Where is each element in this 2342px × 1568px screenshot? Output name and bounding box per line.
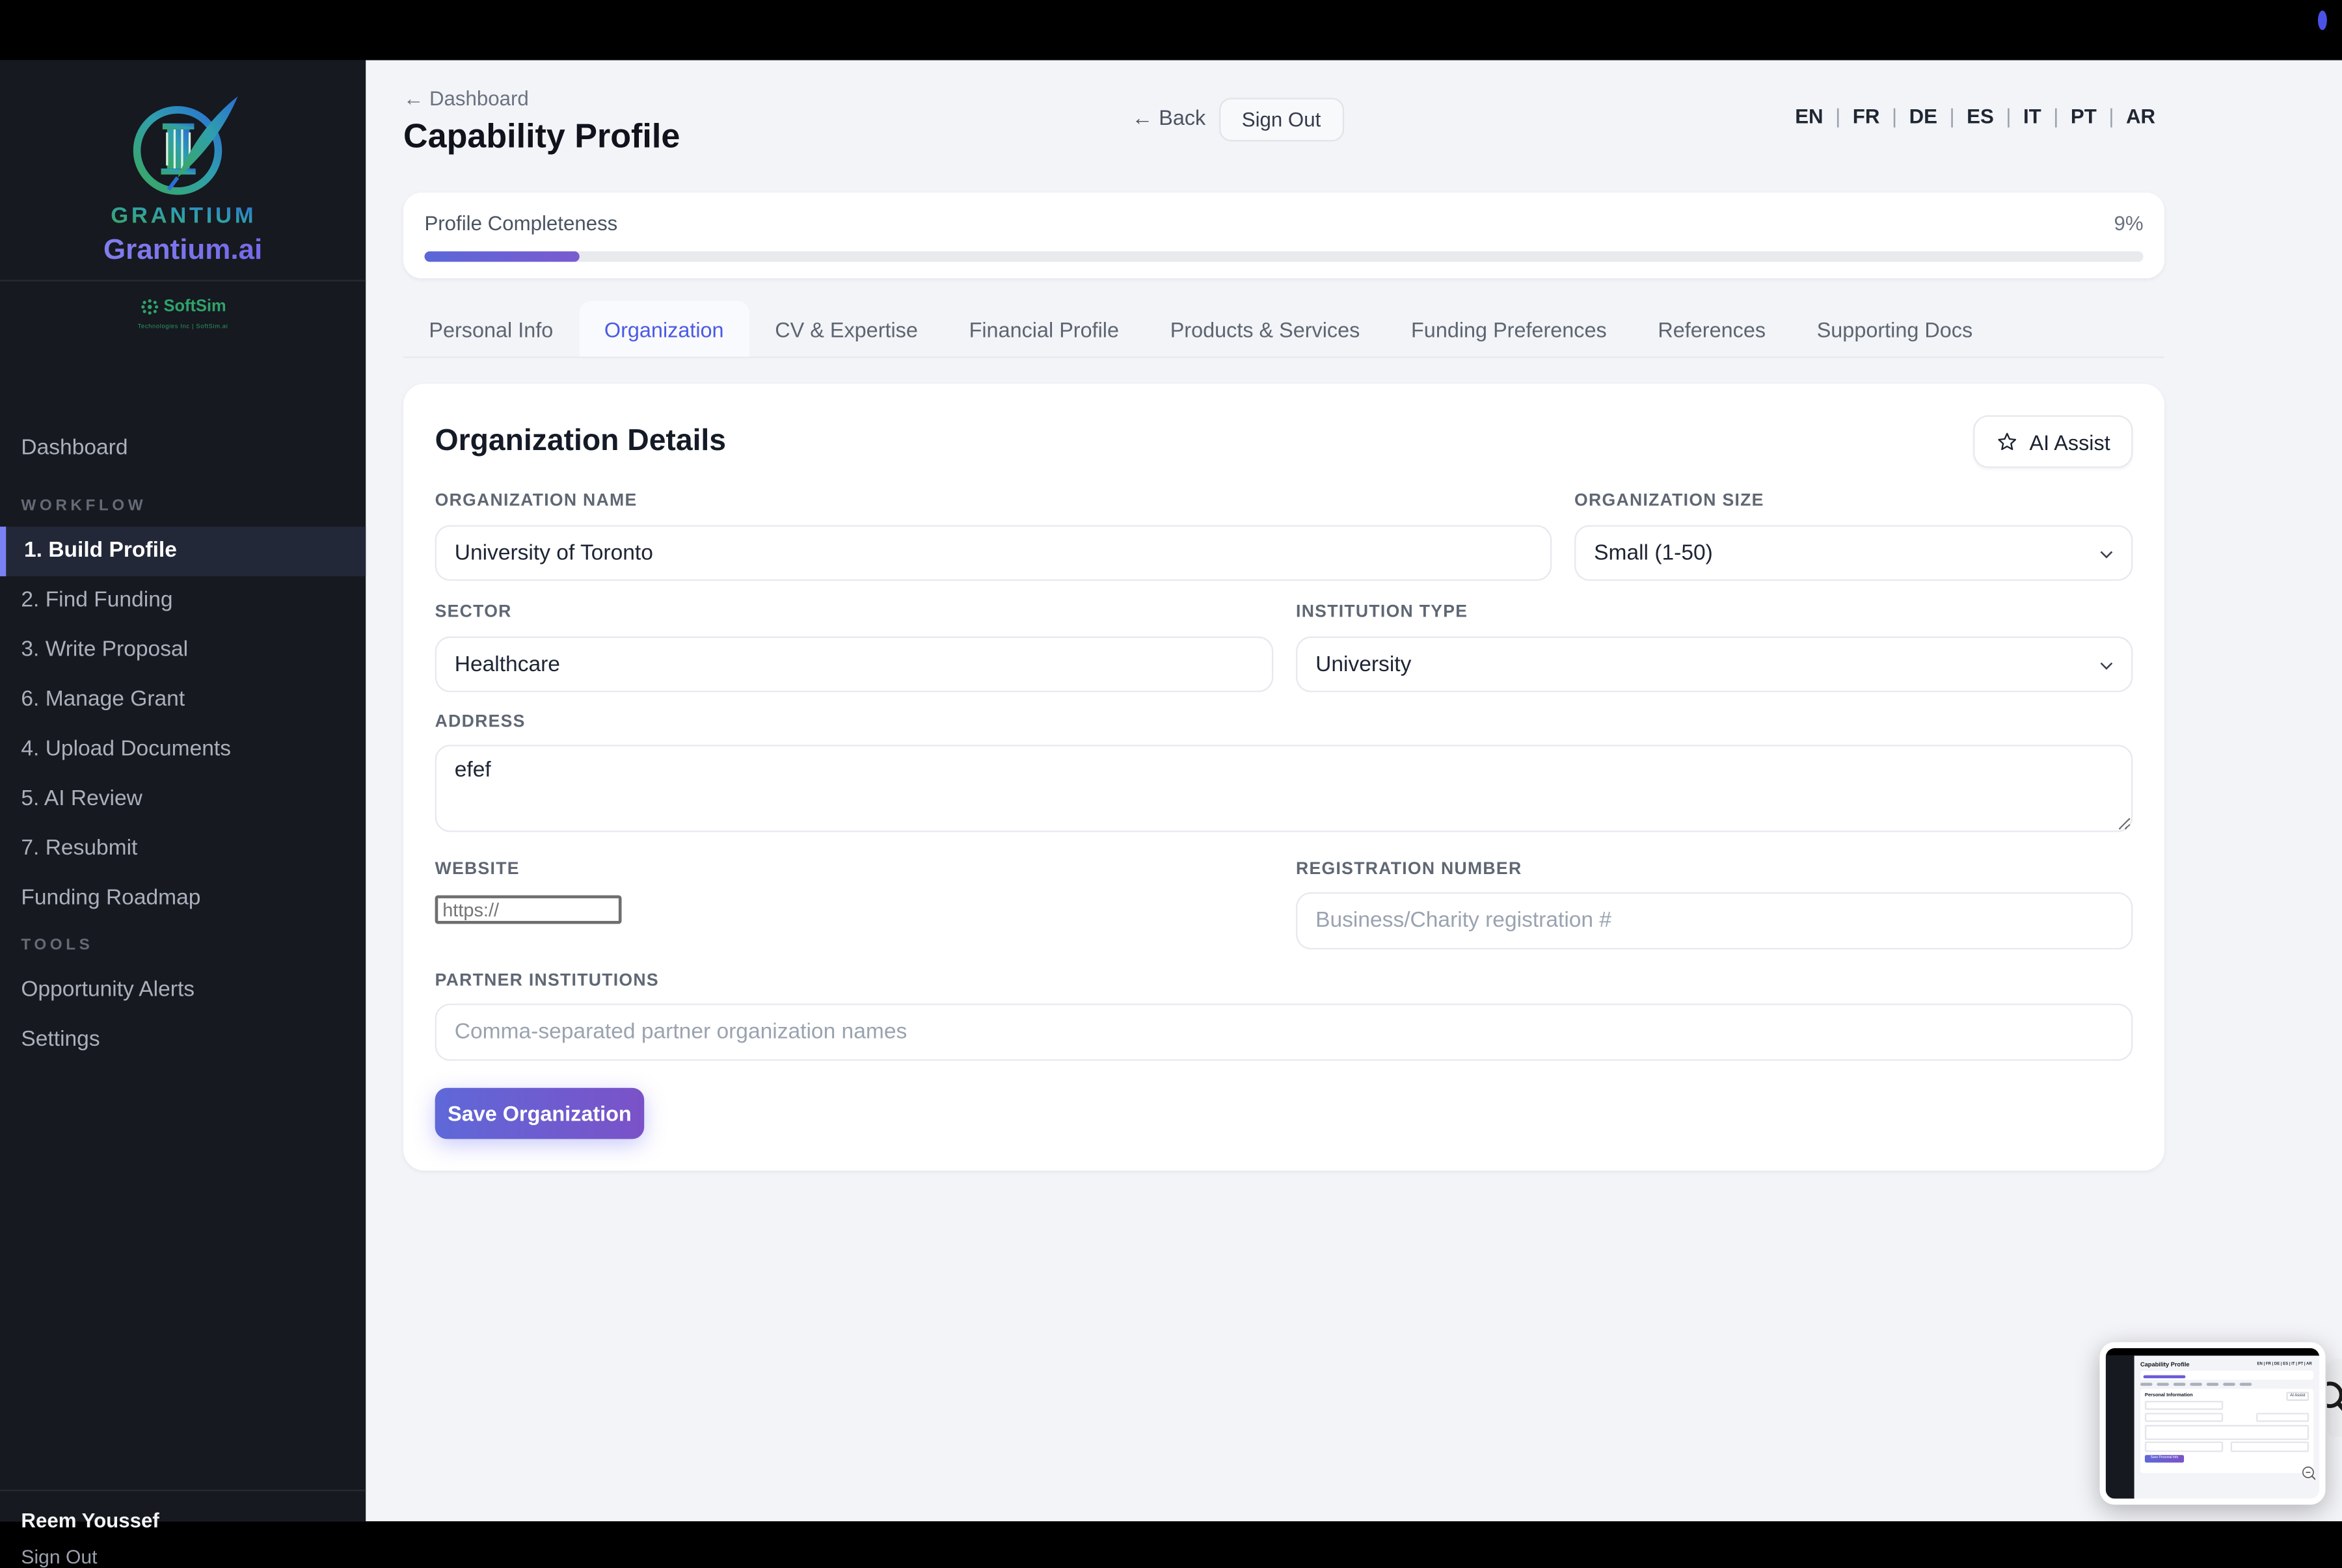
org-size-label: ORGANIZATION SIZE [1574, 492, 1764, 511]
lang-pt[interactable]: PT [2071, 105, 2126, 128]
registration-number-label: REGISTRATION NUMBER [1296, 860, 1522, 879]
sidebar-item-write-proposal[interactable]: 3. Write Proposal [0, 626, 366, 675]
lang-ar[interactable]: AR [2126, 105, 2155, 128]
sidebar: GRANTIUM Grantium.ai SoftSim Technologie… [0, 60, 366, 1568]
sidebar-item-ai-review[interactable]: 5. AI Review [0, 775, 366, 825]
sidebar-item-funding-roadmap[interactable]: Funding Roadmap [0, 874, 366, 924]
tab-funding-preferences[interactable]: Funding Preferences [1386, 301, 1632, 357]
back-button[interactable]: ← Back [1132, 105, 1205, 129]
grantium-logo-icon: GRANTIUM [110, 96, 256, 228]
lang-de[interactable]: DE [1909, 105, 1967, 128]
sidebar-item-manage-grant[interactable]: 6. Manage Grant [0, 676, 366, 725]
sidebar-heading-tools: TOOLS [21, 936, 94, 954]
sidebar-item-dashboard[interactable]: Dashboard [0, 426, 366, 471]
org-size-select[interactable]: Small (1-50) [1574, 525, 2133, 581]
magnifier-icon [2326, 1381, 2342, 1411]
sector-input[interactable] [435, 636, 1274, 693]
softsim-dots-icon [141, 299, 158, 315]
sidebar-item-upload-documents[interactable]: 4. Upload Documents [0, 725, 366, 775]
grantium-logo: GRANTIUM [0, 87, 366, 242]
sidebar-heading-workflow: WORKFLOW [21, 496, 147, 515]
brand-name: Grantium.ai [0, 235, 366, 268]
tab-references[interactable]: References [1632, 301, 1791, 357]
progress-label: Profile Completeness [424, 212, 618, 235]
ai-assist-button[interactable]: AI Assist [1973, 415, 2133, 468]
browser-top-bar [0, 0, 2342, 60]
address-textarea[interactable]: efef [435, 745, 2133, 832]
profile-tabs: Personal Info Organization CV & Expertis… [403, 300, 2164, 358]
progress-value: 9% [2114, 212, 2144, 235]
address-label: ADDRESS [435, 713, 526, 732]
registration-number-input[interactable] [1296, 892, 2133, 950]
partner-institutions-input[interactable] [435, 1003, 2133, 1061]
org-name-label: ORGANIZATION NAME [435, 492, 638, 511]
tab-organization[interactable]: Organization [578, 300, 749, 357]
chevron-down-icon [2100, 662, 2113, 670]
breadcrumb-dashboard-link[interactable]: ← Dashboard [403, 87, 529, 110]
website-input[interactable] [435, 895, 622, 924]
magnifier-panel [2326, 1359, 2342, 1437]
screen-preview-thumbnail[interactable]: Capability Profile EN | FR | DE | ES | I… [2099, 1342, 2326, 1505]
lang-it[interactable]: IT [2023, 105, 2071, 128]
sidebar-item-build-profile[interactable]: 1. Build Profile [0, 526, 366, 577]
tab-financial-profile[interactable]: Financial Profile [943, 301, 1144, 357]
page-title: Capability Profile [403, 117, 680, 155]
back-arrow-icon: ← [1131, 105, 1153, 129]
thumbnail-progress [2140, 1370, 2314, 1380]
progress-track [424, 251, 2144, 262]
partner-institutions-label: PARTNER INSTITUTIONS [435, 972, 659, 990]
sector-label: SECTOR [435, 603, 512, 622]
lang-fr[interactable]: FR [1853, 105, 1909, 128]
softsim-subtext: Technologies Inc | SoftSim.ai [137, 322, 228, 330]
institution-type-select[interactable]: University [1296, 636, 2133, 693]
save-organization-button[interactable]: Save Organization [435, 1087, 645, 1139]
thumbnail-topbar [2105, 1348, 2320, 1356]
thumbnail-section-title: Personal Information [2144, 1392, 2193, 1398]
softsim-name: SoftSim [163, 297, 226, 316]
sidebar-signout-link[interactable]: Sign Out [21, 1545, 366, 1568]
lang-es[interactable]: ES [1967, 105, 2023, 128]
tab-supporting-docs[interactable]: Supporting Docs [1791, 301, 1998, 357]
sidebar-item-find-funding[interactable]: 2. Find Funding [0, 576, 366, 626]
org-name-input[interactable] [435, 525, 1552, 581]
star-icon [1999, 432, 2017, 451]
language-switcher: ENFRDEESITPTAR [1795, 105, 2155, 128]
svg-text:GRANTIUM: GRANTIUM [110, 203, 256, 228]
thumbnail-languages: EN | FR | DE | ES | IT | PT | AR [2257, 1361, 2312, 1366]
app-window: GRANTIUM Grantium.ai SoftSim Technologie… [0, 0, 2342, 1568]
institution-type-label: INSTITUTION TYPE [1296, 603, 1468, 622]
softsim-logo: SoftSim Technologies Inc | SoftSim.ai [0, 293, 366, 330]
thumbnail-frame: Capability Profile EN | FR | DE | ES | I… [2105, 1348, 2320, 1499]
organization-details-card: Organization Details AI Assist ORGANIZAT… [403, 383, 2164, 1171]
thumbnail-form-card: Personal Information AI Assist Save Pers… [2140, 1388, 2314, 1473]
thumbnail-tabs [2140, 1383, 2313, 1385]
tab-products-services[interactable]: Products & Services [1144, 301, 1385, 357]
thumbnail-sidebar [2105, 1355, 2134, 1499]
zoom-out-icon [2302, 1466, 2316, 1480]
sidebar-item-opportunity-alerts[interactable]: Opportunity Alerts [0, 966, 366, 1015]
thumbnail-save-button: Save Personal Info [2144, 1455, 2185, 1463]
website-label: WEBSITE [435, 860, 520, 879]
thumbnail-ai-assist: AI Assist [2286, 1391, 2309, 1401]
signout-button[interactable]: Sign Out [1219, 98, 1343, 142]
notification-dot [2317, 10, 2327, 31]
lang-en[interactable]: EN [1795, 105, 1853, 128]
sidebar-item-settings[interactable]: Settings [0, 1016, 366, 1065]
thumbnail-content: Capability Profile EN | FR | DE | ES | I… [2134, 1355, 2320, 1499]
profile-completeness-card: Profile Completeness 9% [403, 193, 2164, 279]
tab-cv-expertise[interactable]: CV & Expertise [749, 301, 943, 357]
sidebar-divider [0, 280, 366, 282]
tab-personal-info[interactable]: Personal Info [403, 301, 579, 357]
chevron-down-icon [2100, 551, 2113, 559]
section-title: Organization Details [435, 424, 727, 458]
progress-fill [424, 251, 580, 262]
sidebar-footer: Reem Youssef Sign Out [0, 1489, 366, 1568]
back-arrow-icon: ← [403, 87, 424, 110]
sidebar-item-resubmit[interactable]: 7. Resubmit [0, 825, 366, 874]
